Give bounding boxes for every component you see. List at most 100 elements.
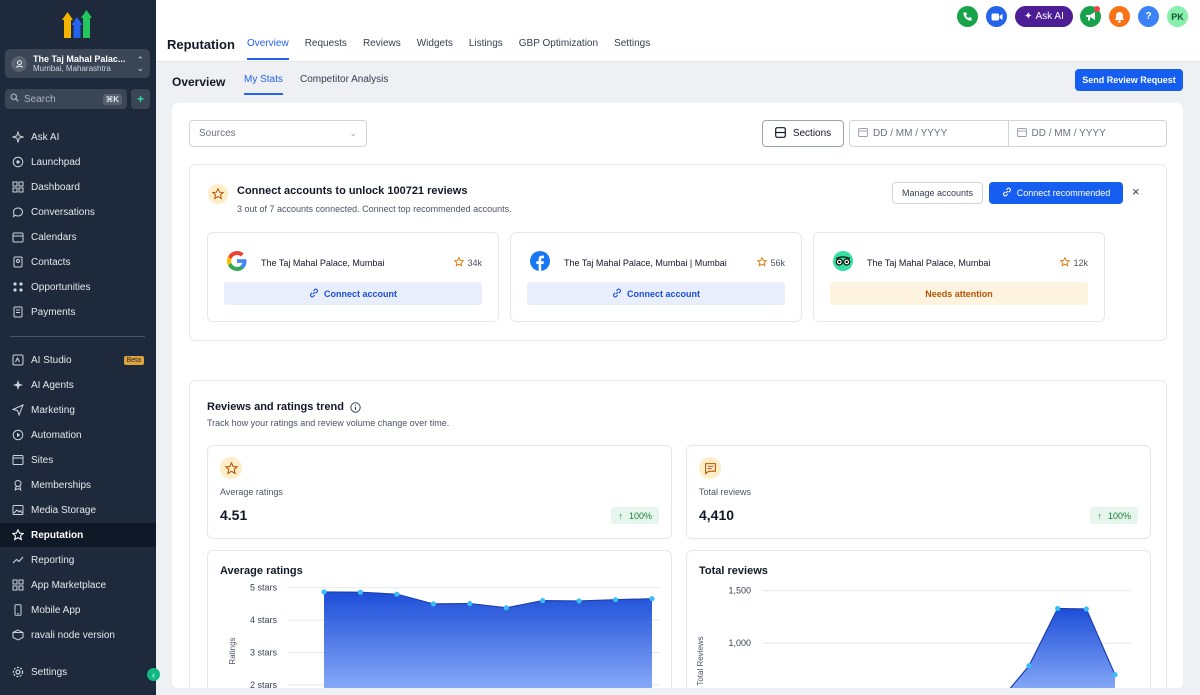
connect-account-button[interactable]: Connect account: [527, 282, 785, 305]
sidebar-item-ravali-node-version[interactable]: ravali node version: [0, 623, 156, 647]
account-name: The Taj Mahal Palace, Mumbai: [261, 258, 385, 268]
data-point[interactable]: [540, 598, 546, 604]
tab-listings[interactable]: Listings: [469, 38, 503, 60]
star-icon: [1060, 256, 1071, 269]
review-count-value: 34k: [467, 258, 482, 268]
arrow-up-icon: ↑: [1097, 510, 1102, 521]
series-area: [324, 591, 652, 688]
sidebar-item-opportunities[interactable]: Opportunities: [0, 275, 156, 299]
sidebar-item-label: App Marketplace: [31, 579, 107, 591]
sidebar-item-label: ravali node version: [31, 629, 115, 641]
sidebar-item-dashboard[interactable]: Dashboard: [0, 175, 156, 199]
sidebar-item-reporting[interactable]: Reporting: [0, 548, 156, 572]
sidebar-item-ai-agents[interactable]: AI Agents: [0, 373, 156, 397]
send-review-request-button[interactable]: Send Review Request: [1075, 69, 1183, 91]
sidebar-item-ai-studio[interactable]: AI Studio Beta: [0, 348, 156, 372]
sidebar-item-automation[interactable]: Automation: [0, 423, 156, 447]
sidebar-item-label: Calendars: [31, 231, 77, 243]
data-point[interactable]: [576, 598, 582, 604]
arrow-up-icon: ↑: [618, 510, 623, 521]
data-point[interactable]: [357, 589, 364, 595]
data-point[interactable]: [321, 589, 327, 595]
data-point[interactable]: [1026, 663, 1032, 669]
location-avatar-icon: [11, 55, 27, 72]
data-point[interactable]: [467, 600, 473, 607]
sidebar-item-settings[interactable]: Settings: [0, 660, 156, 684]
data-point[interactable]: [612, 597, 619, 603]
connect-account-label: Connect account: [626, 288, 700, 299]
tab-requests[interactable]: Requests: [305, 38, 347, 60]
tab-competitor-analysis[interactable]: Competitor Analysis: [300, 74, 388, 93]
user-avatar[interactable]: PK: [1167, 6, 1188, 27]
connect-account-label: Connect account: [323, 288, 397, 299]
close-icon[interactable]: ×: [1132, 184, 1140, 199]
announcements-button[interactable]: [1080, 6, 1101, 27]
stat-total-reviews: Total reviews 4,410 ↑ 100%: [686, 445, 1151, 539]
needs-attention-button[interactable]: Needs attention: [830, 282, 1088, 305]
info-icon[interactable]: [350, 401, 361, 413]
sidebar-item-app-marketplace[interactable]: App Marketplace: [0, 573, 156, 597]
data-point[interactable]: [503, 605, 509, 611]
tab-widgets[interactable]: Widgets: [417, 38, 453, 60]
sidebar-item-sites[interactable]: Sites: [0, 448, 156, 472]
data-point[interactable]: [1055, 605, 1061, 612]
search-input[interactable]: Search ⌘K: [5, 89, 127, 109]
sections-button[interactable]: Sections: [762, 120, 844, 147]
data-point[interactable]: [649, 596, 655, 602]
data-point[interactable]: [430, 601, 436, 607]
stat-value: 4.51: [220, 507, 248, 523]
stat-label: Average ratings: [220, 487, 283, 497]
sidebar-item-memberships[interactable]: Memberships: [0, 473, 156, 497]
connect-account-button[interactable]: Connect account: [224, 282, 482, 305]
y-tick-label: 1,000: [728, 638, 751, 648]
notifications-button[interactable]: [1109, 6, 1130, 27]
star-icon: [220, 457, 242, 479]
sidebar-item-ask-ai[interactable]: Ask AI: [0, 125, 156, 149]
total-reviews-plot: 1,5001,000500Total Reviews: [696, 586, 1131, 688]
help-icon: ?: [1145, 11, 1152, 22]
sources-select[interactable]: Sources ⌄: [189, 120, 367, 147]
data-point[interactable]: [1083, 606, 1089, 612]
tripadvisor-icon: [833, 251, 853, 271]
trend-title-text: Reviews and ratings trend: [207, 401, 344, 413]
sidebar-item-mobile-app[interactable]: Mobile App: [0, 598, 156, 622]
sidebar-item-marketing[interactable]: Marketing: [0, 398, 156, 422]
tab-gbp-optimization[interactable]: GBP Optimization: [519, 38, 598, 60]
review-count-value: 12k: [1073, 258, 1088, 268]
y-tick-label: 4 stars: [250, 615, 278, 625]
connect-recommended-button[interactable]: Connect recommended: [989, 182, 1123, 204]
stat-value: 4,410: [699, 507, 735, 523]
tab-my-stats[interactable]: My Stats: [244, 74, 283, 95]
help-button[interactable]: ?: [1138, 6, 1159, 27]
sidebar-item-contacts[interactable]: Contacts: [0, 250, 156, 274]
video-button[interactable]: [986, 6, 1007, 27]
tab-settings[interactable]: Settings: [614, 38, 650, 60]
sidebar-item-media-storage[interactable]: Media Storage: [0, 498, 156, 522]
data-point[interactable]: [394, 591, 400, 597]
ask-ai-label: Ask AI: [1035, 11, 1064, 22]
data-point[interactable]: [1112, 672, 1118, 678]
sidebar-item-label: AI Studio: [31, 354, 72, 366]
quick-add-button[interactable]: +: [131, 89, 150, 109]
section-title: Overview: [172, 75, 226, 89]
sidebar-item-conversations[interactable]: Conversations: [0, 200, 156, 224]
phone-button[interactable]: [957, 6, 978, 27]
sidebar-item-label: AI Agents: [31, 379, 74, 391]
sidebar-item-payments[interactable]: Payments: [0, 300, 156, 324]
star-icon: [757, 256, 768, 269]
sidebar-item-launchpad[interactable]: Launchpad: [0, 150, 156, 174]
location-switcher[interactable]: The Taj Mahal Palac... Mumbai, Maharasht…: [5, 49, 150, 78]
manage-accounts-button[interactable]: Manage accounts: [892, 182, 983, 204]
date-end-input[interactable]: DD / MM / YYYY: [1007, 121, 1167, 146]
sidebar-item-calendars[interactable]: Calendars: [0, 225, 156, 249]
ai-agents-icon: [11, 379, 24, 392]
collapse-sidebar-button[interactable]: ‹: [147, 668, 160, 681]
tab-overview[interactable]: Overview: [247, 38, 289, 60]
media-icon: [11, 504, 24, 517]
ask-ai-button[interactable]: ✦ Ask AI: [1015, 6, 1073, 27]
date-start-input[interactable]: DD / MM / YYYY: [850, 121, 1008, 146]
tab-reviews[interactable]: Reviews: [363, 38, 401, 60]
star-icon: [454, 256, 465, 269]
location-name: The Taj Mahal Palac...: [33, 54, 126, 64]
sidebar-item-reputation[interactable]: Reputation: [0, 523, 156, 547]
